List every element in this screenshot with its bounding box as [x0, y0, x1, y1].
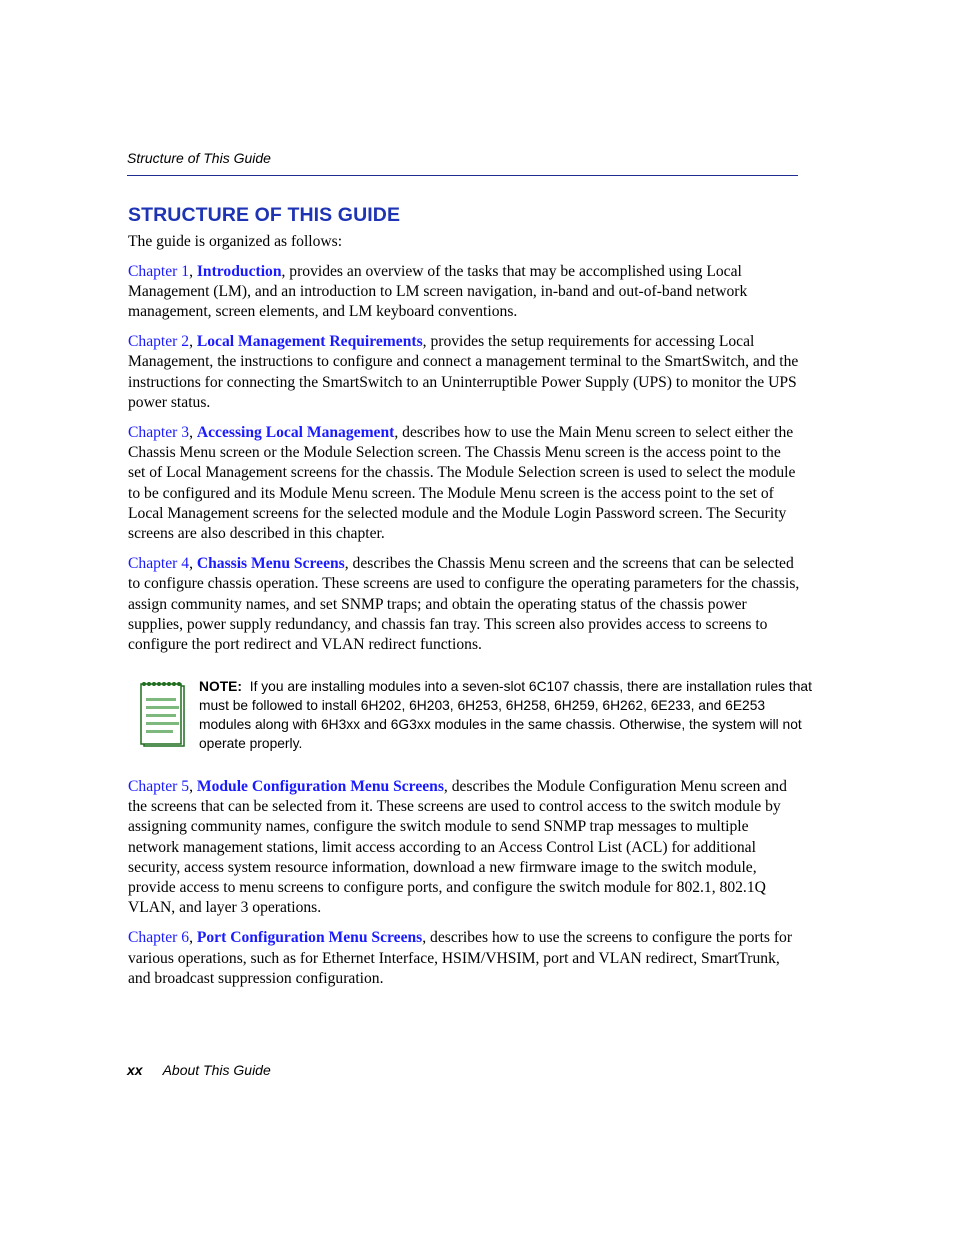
note-body: If you are installing modules into a sev…	[199, 678, 812, 751]
intro-paragraph: The guide is organized as follows:	[128, 233, 343, 250]
chapter-ref-link[interactable]: Chapter 6	[128, 929, 189, 946]
chapter-entry-2: Chapter 2, Local Management Requirements…	[128, 333, 799, 412]
chapter-description: , describes how to use the Main Menu scr…	[128, 423, 796, 543]
chapter-title-link[interactable]: Accessing Local Management	[197, 424, 395, 441]
section-title: STRUCTURE OF THIS GUIDE	[128, 204, 401, 226]
section-body: The guide is organized as follows: Chapt…	[128, 232, 812, 999]
note-label: NOTE:	[199, 678, 242, 694]
header-divider	[127, 175, 798, 176]
running-footer: xx About This Guide	[127, 1062, 271, 1078]
footer-title: About This Guide	[162, 1062, 271, 1078]
note-box: NOTE: If you are installing modules into…	[140, 677, 812, 757]
chapter-ref-link[interactable]: Chapter 2	[128, 333, 189, 350]
notepad-icon	[140, 681, 185, 747]
chapter-entry-5: Chapter 5, Module Configuration Menu Scr…	[128, 777, 787, 917]
chapter-ref-link[interactable]: Chapter 5	[128, 778, 189, 795]
page-number: xx	[127, 1062, 143, 1078]
chapter-ref-link[interactable]: Chapter 3	[128, 424, 189, 441]
running-header: Structure of This Guide	[127, 150, 271, 166]
chapter-entry-4: Chapter 4, Chassis Menu Screens, describ…	[128, 555, 800, 654]
chapter-entry-3: Chapter 3, Accessing Local Management, d…	[128, 423, 796, 543]
chapter-title-link[interactable]: Module Configuration Menu Screens	[197, 778, 444, 795]
chapter-ref-link[interactable]: Chapter 4	[128, 555, 189, 572]
note-text: NOTE: If you are installing modules into…	[199, 677, 814, 753]
chapter-description: , describes the Module Configuration Men…	[128, 777, 787, 917]
chapter-entry-1: Chapter 1, Introduction, provides an ove…	[128, 262, 748, 321]
chapter-title-link[interactable]: Chassis Menu Screens	[197, 555, 345, 572]
chapter-title-link[interactable]: Introduction	[197, 263, 282, 280]
chapter-entry-6: Chapter 6, Port Configuration Menu Scree…	[128, 929, 793, 987]
chapter-ref-link[interactable]: Chapter 1	[128, 263, 189, 280]
chapter-title-link[interactable]: Port Configuration Menu Screens	[197, 929, 422, 946]
chapter-title-link[interactable]: Local Management Requirements	[197, 333, 423, 350]
